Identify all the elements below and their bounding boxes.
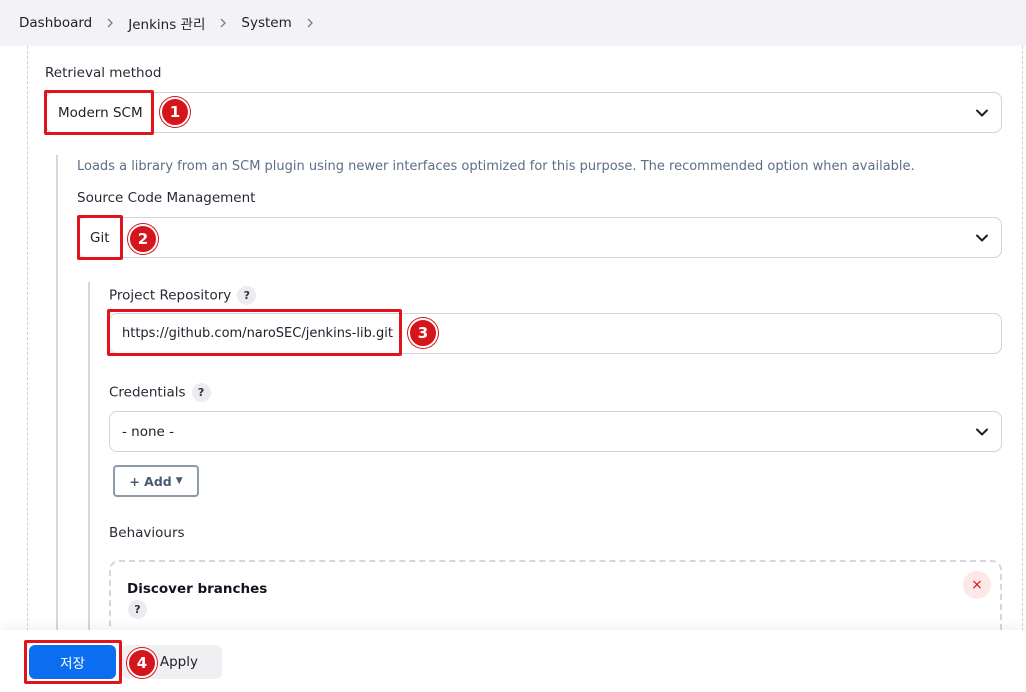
annotation-badge-4: 4 (127, 648, 157, 678)
project-repository-label: Project Repository? (109, 286, 257, 305)
help-icon[interactable]: ? (237, 286, 257, 305)
add-credentials-label: + Add (129, 473, 172, 489)
annotation-badge-2: 2 (128, 224, 158, 254)
credentials-label: Credentials? (109, 383, 211, 402)
annotation-badge-3: 3 (408, 318, 438, 348)
breadcrumb-system[interactable]: System (241, 15, 291, 31)
nested-section-bar (56, 155, 58, 630)
project-repository-value: https://github.com/naroSEC/jenkins-lib.g… (122, 326, 393, 341)
behaviours-label: Behaviours (109, 525, 185, 541)
retrieval-method-label: Retrieval method (45, 65, 162, 81)
chevron-right-icon (105, 18, 115, 28)
credentials-value: - none - (122, 423, 175, 440)
chevron-down-icon (976, 428, 988, 435)
chevron-right-icon[interactable] (305, 18, 315, 28)
help-icon[interactable]: ? (128, 600, 147, 619)
breadcrumb-dashboard[interactable]: Dashboard (19, 15, 92, 31)
chevron-right-icon (218, 18, 228, 28)
add-credentials-button[interactable]: + Add ▼ (113, 465, 199, 497)
credentials-label-text: Credentials (109, 384, 186, 401)
behaviour-card (109, 560, 1002, 640)
close-icon[interactable]: × (963, 571, 991, 599)
chevron-down-icon (976, 109, 988, 116)
scm-value: Git (90, 229, 110, 246)
chevron-down-icon (976, 234, 988, 241)
scm-select[interactable]: Git (77, 217, 1002, 258)
git-section-bar (88, 282, 90, 630)
annotation-badge-1: 1 (160, 97, 190, 127)
retrieval-method-description: Loads a library from an SCM plugin using… (77, 159, 915, 174)
save-button[interactable]: 저장 (29, 645, 116, 679)
breadcrumb: Dashboard Jenkins 관리 System (0, 0, 1026, 46)
credentials-select[interactable]: - none - (109, 411, 1002, 452)
scm-label: Source Code Management (77, 190, 256, 206)
caret-down-icon: ▼ (175, 476, 183, 486)
project-repository-label-text: Project Repository (109, 287, 232, 304)
breadcrumb-manage-jenkins[interactable]: Jenkins 관리 (128, 13, 205, 33)
retrieval-method-value: Modern SCM (58, 104, 143, 121)
behaviour-title: Discover branches (127, 581, 268, 597)
project-repository-input[interactable]: https://github.com/naroSEC/jenkins-lib.g… (109, 313, 1002, 354)
help-icon[interactable]: ? (191, 383, 211, 402)
